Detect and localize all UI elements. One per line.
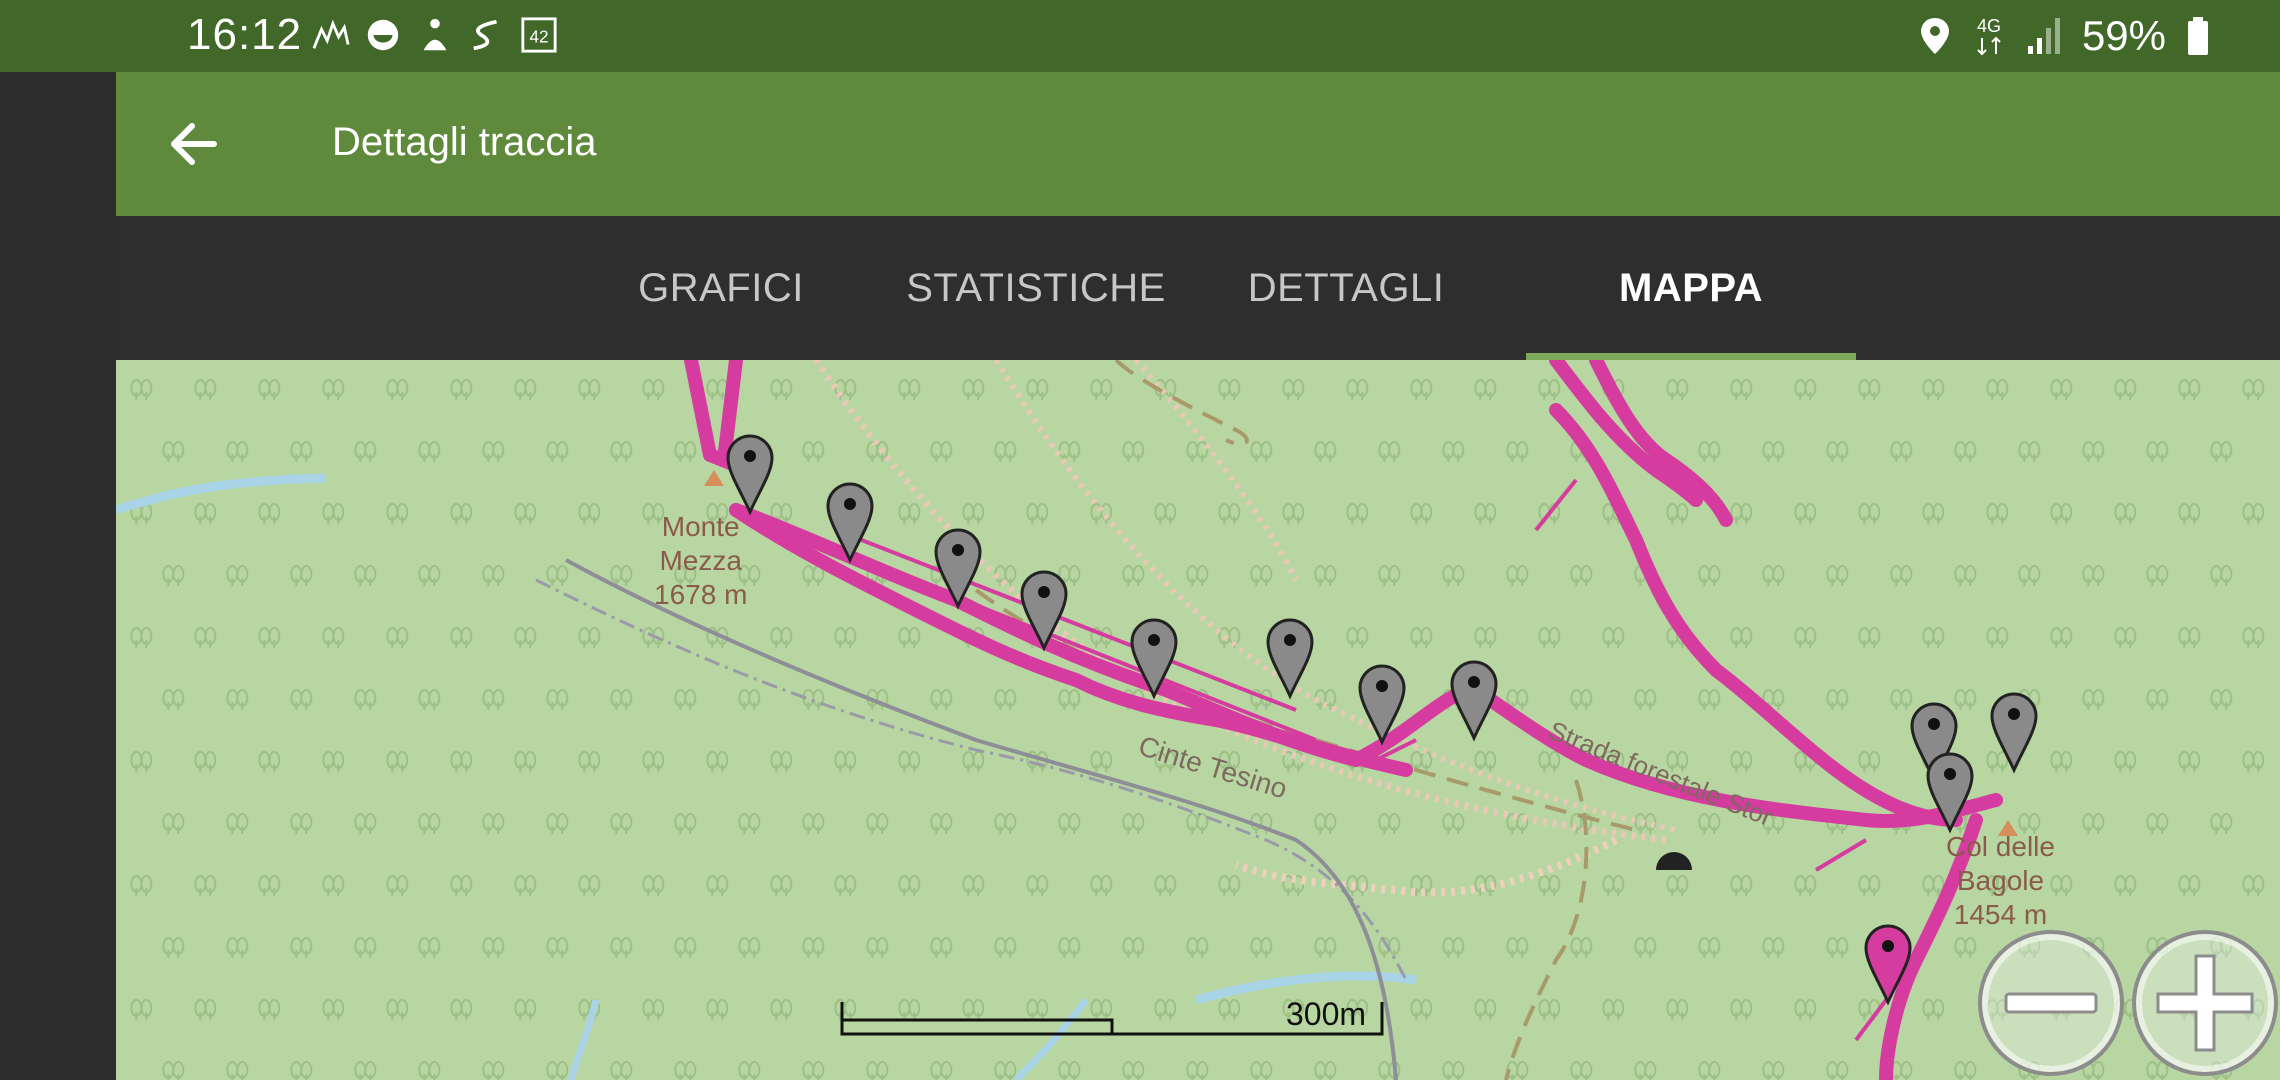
zoom-out-button[interactable] — [1978, 930, 2124, 1076]
status-bar: 16:12 42 4G 59% — [0, 0, 2280, 72]
tab-label: MAPPA — [1619, 265, 1763, 310]
tab-dettagli[interactable]: DETTAGLI — [1216, 216, 1476, 360]
tab-mappa[interactable]: MAPPA — [1526, 216, 1856, 360]
peak-elevation: 1454 m — [1953, 899, 2048, 930]
svg-text:42: 42 — [529, 28, 548, 47]
tab-active-indicator — [1526, 353, 1856, 360]
status-right-group: 4G 59% — [1918, 10, 2210, 62]
zoom-in-button[interactable] — [2132, 930, 2278, 1076]
arrow-back-icon — [171, 123, 217, 165]
peak-name-line: Mezza — [659, 545, 742, 576]
peak-elevation: 1678 m — [654, 579, 748, 610]
signal-icon — [2027, 18, 2060, 54]
route-icon — [473, 19, 497, 51]
map-canvas — [116, 360, 2280, 1080]
tab-label: STATISTICHE — [906, 265, 1166, 310]
figure-icon — [423, 18, 447, 51]
4g-data-icon: 4G — [1977, 16, 2001, 56]
status-notification-icons: 42 — [312, 16, 558, 56]
activity-graph-icon — [312, 19, 350, 49]
map-view[interactable]: Monte Mezza 1678 m Col delle Bagole 1454… — [116, 360, 2280, 1080]
left-gutter — [0, 72, 116, 1080]
tab-bar: GRAFICI STATISTICHE DETTAGLI MAPPA — [116, 216, 2280, 360]
peak-name-line: Bagole — [1956, 865, 2045, 896]
peak-name-line: Monte — [661, 511, 740, 542]
battery-icon — [2188, 17, 2208, 55]
app-bar: Dettagli traccia — [116, 72, 2280, 216]
page-title: Dettagli traccia — [332, 120, 597, 164]
peak-label-monte-mezza: Monte Mezza 1678 m — [654, 510, 747, 612]
battery-percent: 59% — [2081, 12, 2166, 59]
tab-label: DETTAGLI — [1247, 265, 1445, 310]
location-pin-icon — [1920, 18, 1949, 54]
peak-name-line: Col delle — [1946, 831, 2055, 862]
tab-label: GRAFICI — [638, 265, 804, 310]
status-time: 16:12 — [187, 10, 303, 59]
tab-statistiche[interactable]: STATISTICHE — [886, 216, 1186, 360]
svg-text:4G: 4G — [1977, 16, 2001, 36]
peak-label-col-delle-bagole: Col delle Bagole 1454 m — [1946, 830, 2055, 932]
face-icon — [367, 19, 399, 51]
tab-grafici[interactable]: GRAFICI — [606, 216, 836, 360]
zoom-in-plus-icon — [2156, 954, 2254, 1052]
badge-42-icon: 42 — [521, 17, 557, 53]
back-button[interactable] — [156, 106, 232, 182]
zoom-out-minus-icon — [2004, 992, 2098, 1014]
scale-label: 300m — [1286, 996, 1367, 1032]
